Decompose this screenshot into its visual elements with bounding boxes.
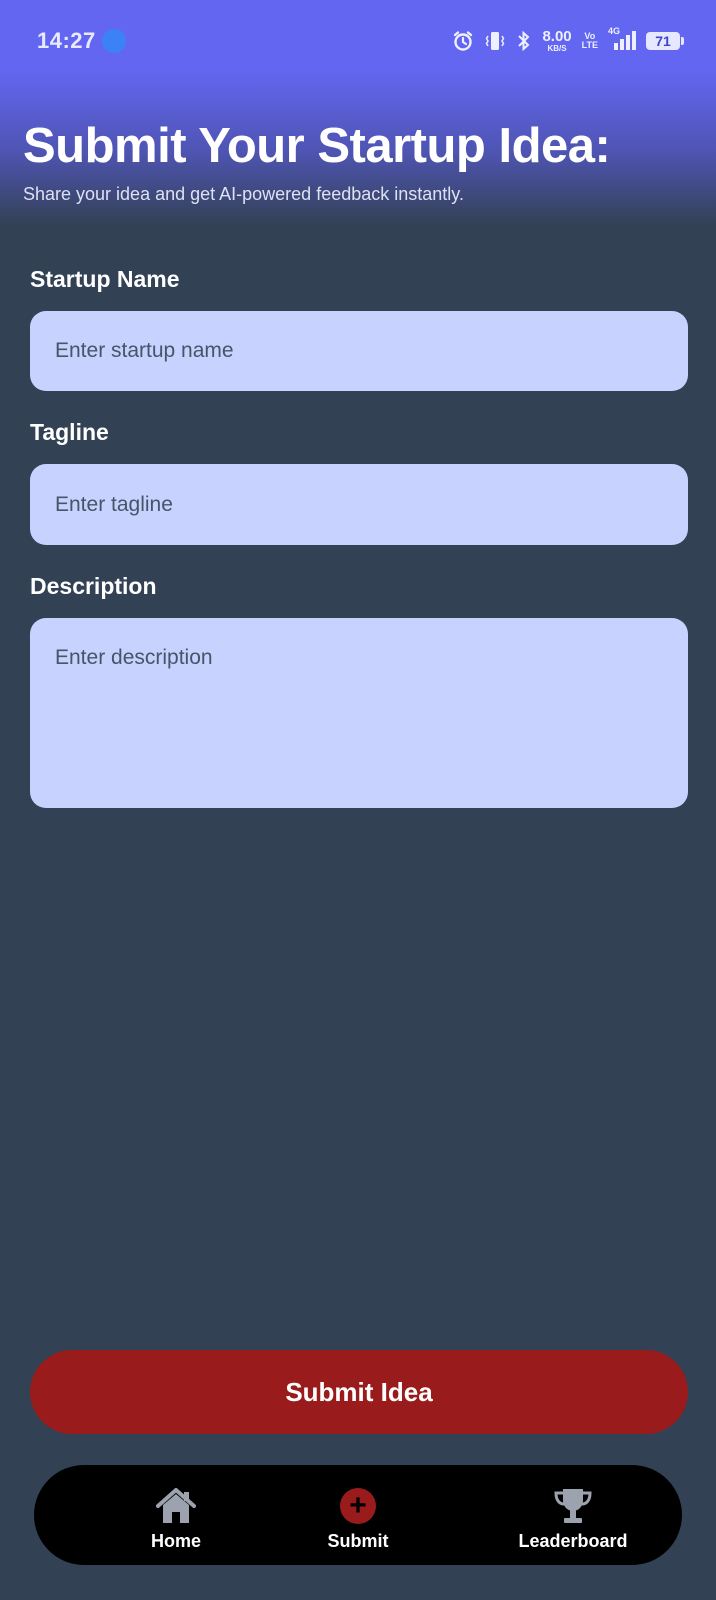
nav-item-leaderboard[interactable]: Leaderboard — [493, 1465, 653, 1565]
status-bar: 14:27 8.00 KB/S Vo LTE 4G 71 — [0, 0, 716, 84]
nav-label-leaderboard: Leaderboard — [518, 1531, 628, 1551]
battery-level: 71 — [655, 33, 671, 49]
battery-icon: 71 — [646, 32, 684, 50]
app-notification-icon — [102, 29, 126, 53]
volte-bottom: LTE — [581, 40, 598, 50]
startup-name-input[interactable] — [30, 311, 688, 391]
signal-icon: 4G — [608, 26, 636, 52]
network-speed-unit: KB/S — [547, 44, 567, 53]
page-title: Submit Your Startup Idea: — [23, 119, 611, 173]
network-speed: 8.00 KB/S — [542, 29, 571, 53]
volte-indicator: Vo LTE — [582, 32, 598, 50]
plus-circle-icon: + — [340, 1485, 376, 1527]
status-time: 14:27 — [37, 28, 96, 53]
network-speed-value: 8.00 — [542, 28, 572, 45]
status-icons: 8.00 KB/S Vo LTE 4G 71 — [452, 26, 684, 56]
home-icon — [156, 1485, 196, 1527]
trophy-icon — [553, 1485, 593, 1527]
vibrate-icon — [484, 30, 506, 52]
bottom-nav: Home + Submit Leaderboard — [34, 1465, 682, 1565]
description-label: Description — [30, 573, 157, 599]
startup-name-label: Startup Name — [30, 266, 180, 292]
bluetooth-icon — [516, 30, 532, 52]
nav-item-submit[interactable]: + Submit — [278, 1465, 438, 1565]
nav-item-home[interactable]: Home — [96, 1465, 256, 1565]
description-textarea[interactable] — [30, 618, 688, 808]
signal-label: 4G — [608, 26, 621, 36]
submit-idea-button[interactable]: Submit Idea — [30, 1350, 688, 1434]
tagline-input[interactable] — [30, 464, 688, 545]
nav-label-home: Home — [150, 1531, 201, 1551]
tagline-label: Tagline — [30, 419, 109, 445]
nav-label-submit: Submit — [327, 1531, 389, 1551]
page-subtitle: Share your idea and get AI-powered feedb… — [23, 184, 464, 204]
alarm-icon — [452, 30, 474, 52]
